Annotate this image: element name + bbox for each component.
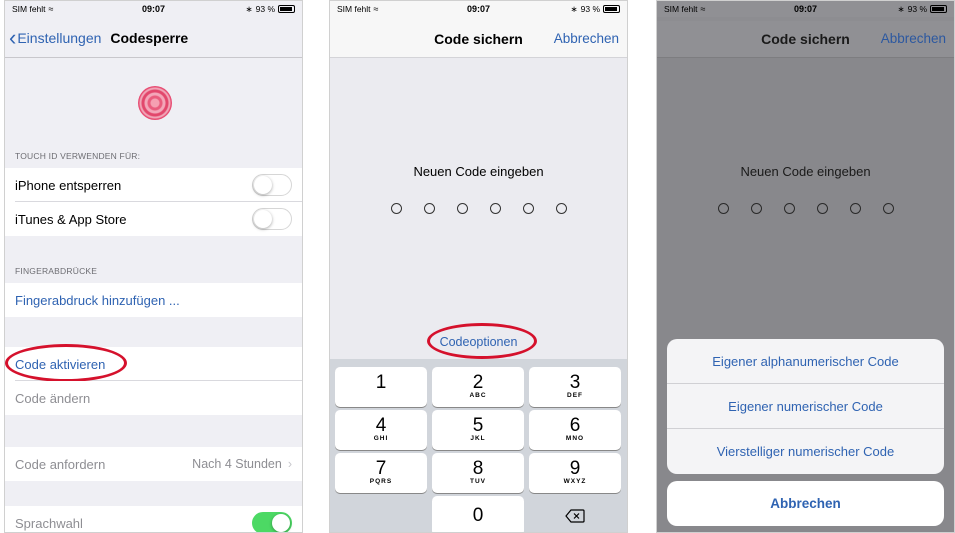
row-label: iTunes & App Store [15, 211, 127, 227]
passcode-dot [489, 203, 501, 214]
clock: 09:07 [793, 4, 818, 14]
toggle-itunes-appstore[interactable] [252, 208, 292, 230]
passcode-dot [816, 203, 828, 214]
wifi-icon: ≈ [700, 4, 706, 14]
carrier-label: SIM fehlt ≈ [12, 4, 54, 14]
key-6[interactable]: 6 MNO [529, 410, 621, 450]
passcode-dot [522, 203, 534, 214]
passcode-dot [423, 203, 435, 214]
change-code-label: Code ändern [15, 390, 91, 406]
section-header-touchid: TOUCH ID VERWENDEN FÜR: [15, 151, 141, 161]
key-4[interactable]: 4 GHI [335, 410, 427, 450]
code-options-sheet: Eigener alphanumerischer Code Eigener nu… [667, 339, 944, 474]
key-5[interactable]: 5 JKL [432, 410, 524, 450]
key-9[interactable]: 9 WXYZ [529, 453, 621, 493]
carrier-label: SIM fehlt ≈ [664, 4, 706, 14]
clock: 09:07 [466, 4, 491, 14]
passcode-dots [657, 203, 954, 214]
add-fingerprint-link[interactable]: Fingerabdruck hinzufügen ... [15, 293, 180, 308]
key-3[interactable]: 3 DEF [529, 367, 621, 407]
bluetooth-icon: ∗ [897, 3, 905, 14]
status-bar: SIM fehlt ≈ 09:07 ∗ 93 % [657, 1, 954, 17]
key-1[interactable]: 1 [335, 367, 427, 407]
passcode-area: Neuen Code eingeben Codeoptionen [330, 57, 627, 360]
bluetooth-icon: ∗ [570, 3, 578, 14]
battery-status: ∗ 93 % [245, 3, 295, 15]
voice-dial-label: Sprachwahl [15, 515, 83, 531]
battery-icon [278, 5, 295, 13]
passcode-dot [783, 203, 795, 214]
key-8[interactable]: 8 TUV [432, 453, 524, 493]
row-label: iPhone entsperren [15, 177, 122, 193]
option-numeric-code[interactable]: Eigener numerischer Code [667, 384, 944, 429]
battery-icon [603, 5, 620, 13]
passcode-dot [882, 203, 894, 214]
battery-status: ∗ 93 % [897, 3, 947, 15]
key-2[interactable]: 2 ABC [432, 367, 524, 407]
key-7[interactable]: 7 PQRS [335, 453, 427, 493]
section-header-fingerprints: FINGERABDRÜCKE [15, 266, 98, 276]
nav-bar: Code sichern Abbrechen [657, 21, 954, 57]
option-alphanumeric-code[interactable]: Eigener alphanumerischer Code [667, 339, 944, 384]
wifi-icon: ≈ [48, 4, 54, 14]
clock: 09:07 [141, 4, 166, 14]
cancel-button[interactable]: Abbrechen [881, 31, 946, 46]
delete-key[interactable] [529, 496, 621, 532]
screen-set-passcode: SIM fehlt ≈ 09:07 ∗ 93 % Code sichern Abbr… [329, 0, 628, 533]
carrier-label: SIM fehlt ≈ [337, 4, 379, 14]
row-itunes-appstore: iTunes & App Store [5, 202, 302, 236]
status-bar: SIM fehlt ≈ 09:07 ∗ 93 % [5, 1, 302, 17]
passcode-dot [390, 203, 402, 214]
battery-icon [930, 5, 947, 13]
status-bar: SIM fehlt ≈ 09:07 ∗ 93 % [330, 1, 627, 17]
bluetooth-icon: ∗ [245, 3, 253, 14]
option-four-digit-code[interactable]: Vierstelliger numerischer Code [667, 429, 944, 474]
require-code-label: Code anfordern [15, 456, 106, 472]
require-code-value: Nach 4 Stunden › [192, 457, 292, 471]
key-0[interactable]: 0 [432, 496, 524, 532]
screen-code-options-sheet: SIM fehlt ≈ 09:07 ∗ 93 % Code sichern Abbr… [656, 0, 955, 533]
passcode-dots [330, 203, 627, 214]
row-iphone-unlock: iPhone entsperren [5, 168, 302, 202]
row-voice-dial: Sprachwahl [5, 506, 302, 532]
page-title: Codesperre [110, 30, 189, 46]
chevron-right-icon: › [287, 457, 292, 471]
row-change-code: Code ändern [5, 381, 302, 415]
backspace-icon [565, 509, 585, 523]
highlight-circle [427, 323, 537, 359]
back-button[interactable]: ‹ Einstellungen [9, 27, 101, 49]
nav-bar: ‹ Einstellungen Codesperre [5, 19, 302, 57]
passcode-dot [849, 203, 861, 214]
battery-status: ∗ 93 % [570, 3, 620, 15]
chevron-left-icon: ‹ [9, 25, 17, 50]
numeric-keypad: 1 2 ABC 3 DEF 4 GHI 5 JKL 6 MNO 7 PQRS 8 TUV 9W… [330, 359, 627, 532]
cancel-button[interactable]: Abbrechen [554, 31, 619, 46]
row-require-code: Code anfordern Nach 4 Stunden › [5, 447, 302, 481]
sheet-cancel-button[interactable]: Abbrechen [667, 481, 944, 526]
row-add-fingerprint[interactable]: Fingerabdruck hinzufügen ... [5, 283, 302, 317]
passcode-dot [555, 203, 567, 214]
highlight-circle [5, 344, 127, 382]
fingerprint-icon [138, 86, 172, 120]
passcode-dot [456, 203, 468, 214]
wifi-icon: ≈ [373, 4, 379, 14]
toggle-voice-dial[interactable] [252, 512, 292, 532]
passcode-dot [717, 203, 729, 214]
screen-passcode-settings: SIM fehlt ≈ 09:07 ∗ 93 % ‹ Einstellungen Co… [4, 0, 303, 533]
nav-bar: Code sichern Abbrechen [330, 21, 627, 57]
toggle-iphone-unlock[interactable] [252, 174, 292, 196]
passcode-prompt: Neuen Code eingeben [740, 164, 871, 179]
passcode-dot [750, 203, 762, 214]
nav-divider [5, 57, 302, 58]
passcode-prompt: Neuen Code eingeben [413, 164, 544, 179]
